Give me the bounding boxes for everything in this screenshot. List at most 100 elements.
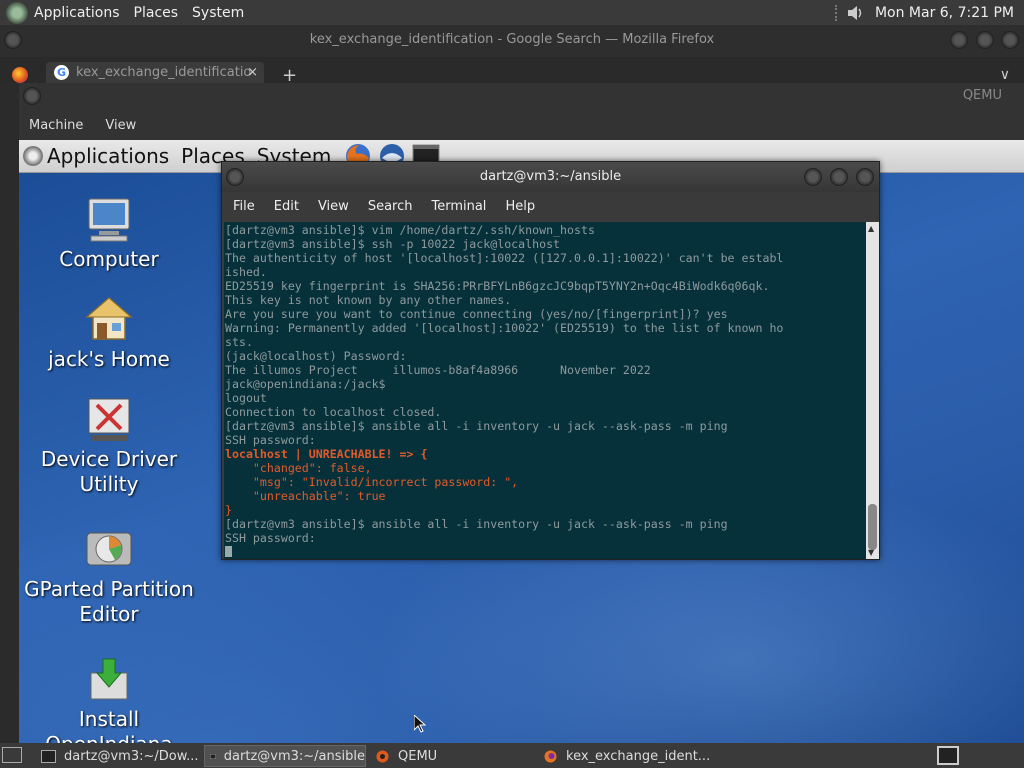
tab-close-icon[interactable]: × — [247, 62, 258, 83]
terminal-line: This key is not known by any other names… — [225, 293, 512, 307]
terminal-window-menu-icon[interactable] — [226, 168, 244, 186]
taskbar-item-label: dartz@vm3:~/Dow... — [64, 748, 199, 764]
scroll-down-arrow-icon[interactable]: ▼ — [868, 548, 874, 557]
terminal-menu-file[interactable]: File — [233, 199, 255, 214]
terminal-maximize-icon[interactable] — [830, 168, 848, 186]
system-logo-icon[interactable] — [6, 1, 28, 24]
terminal-error-line: "msg": "Invalid/incorrect password: ", — [225, 475, 519, 489]
firefox-title-bar[interactable]: kex_exchange_identification - Google Sea… — [0, 25, 1024, 57]
desktop-icon-label: Computer — [59, 247, 159, 271]
terminal-error-line: localhost | UNREACHABLE! => { — [225, 447, 428, 461]
taskbar-item-terminal-downloads[interactable]: dartz@vm3:~/Dow... — [36, 745, 202, 767]
taskbar-item-qemu[interactable]: QEMU — [370, 745, 536, 767]
tray-separator — [834, 4, 841, 21]
taskbar-item-terminal-ansible[interactable]: dartz@vm3:~/ansible — [204, 745, 366, 767]
terminal-line: SSH password: — [225, 433, 316, 447]
window-menu-icon[interactable] — [4, 31, 22, 49]
terminal-line: logout — [225, 391, 267, 405]
terminal-icon — [210, 753, 216, 759]
terminal-line: [dartz@vm3 ansible]$ vim /home/dartz/.ss… — [225, 223, 595, 237]
terminal-menu-view[interactable]: View — [318, 199, 349, 214]
desktop-icon-label: jack's Home — [48, 347, 170, 371]
home-folder-icon — [85, 297, 133, 340]
desktop-icon-label: GParted Partition Editor — [24, 577, 194, 626]
list-tabs-button[interactable]: ∨ — [1000, 67, 1010, 83]
firefox-window-title: kex_exchange_identification - Google Sea… — [309, 32, 715, 47]
desktop-icon-computer[interactable]: Computer — [19, 195, 199, 272]
taskbar-item-label: QEMU — [398, 748, 438, 764]
qemu-menu-view[interactable]: View — [105, 118, 136, 133]
show-desktop-button[interactable] — [937, 746, 959, 765]
google-icon: G — [54, 65, 69, 80]
browser-tab-title: kex_exchange_identificatio — [76, 65, 252, 80]
terminal-line: [dartz@vm3 ansible]$ ssh -p 10022 jack@l… — [225, 237, 561, 251]
terminal-menu-terminal[interactable]: Terminal — [431, 199, 486, 214]
terminal-icon — [41, 749, 56, 763]
terminal-minimize-icon[interactable] — [804, 168, 822, 186]
scrollbar-thumb[interactable] — [868, 504, 877, 550]
terminal-error-line: "unreachable": true — [225, 489, 386, 503]
workspace-icon[interactable] — [2, 747, 22, 763]
terminal-menu-help[interactable]: Help — [505, 199, 535, 214]
terminal-window[interactable]: dartz@vm3:~/ansible File Edit View Searc… — [221, 161, 880, 560]
qemu-menu-machine[interactable]: Machine — [29, 118, 83, 133]
firefox-tab-bar: G kex_exchange_identificatio × + ∨ — [0, 57, 1024, 86]
terminal-line: (jack@localhost) Password: — [225, 349, 407, 363]
taskbar-item-label: kex_exchange_ident... — [566, 748, 711, 764]
install-icon — [90, 658, 128, 700]
mouse-pointer-icon — [413, 713, 427, 733]
terminal-menu-search[interactable]: Search — [368, 199, 413, 214]
qemu-menu-bar: Machine View — [19, 111, 1024, 140]
qemu-window-menu-icon[interactable] — [23, 87, 41, 105]
taskbar-item-firefox[interactable]: kex_exchange_ident... — [538, 745, 718, 767]
taskbar-item-label: dartz@vm3:~/ansible — [223, 748, 365, 764]
terminal-line: The authenticity of host '[localhost]:10… — [225, 251, 784, 265]
terminal-title: dartz@vm3:~/ansible — [479, 169, 622, 184]
qemu-title-bar[interactable]: QEMU — [19, 83, 1024, 111]
terminal-line: ED25519 key fingerprint is SHA256:PRrBFY… — [225, 279, 770, 293]
terminal-menu-bar: File Edit View Search Terminal Help — [222, 192, 879, 221]
desktop-icon-install-openindiana[interactable]: Install OpenIndiana — [19, 655, 199, 743]
terminal-line: Are you sure you want to continue connec… — [225, 307, 728, 321]
terminal-line: sts. — [225, 335, 253, 349]
host-menu-applications[interactable]: Applications — [34, 5, 120, 21]
qemu-icon — [376, 750, 389, 762]
terminal-prompt-line[interactable] — [225, 545, 866, 559]
terminal-output[interactable]: [dartz@vm3 ansible]$ vim /home/dartz/.ss… — [224, 222, 866, 559]
desktop-icon-label: Device Driver Utility — [40, 447, 178, 496]
computer-icon — [88, 198, 130, 242]
gparted-icon — [86, 532, 132, 566]
close-icon[interactable] — [1001, 31, 1019, 49]
terminal-error-line: "changed": false, — [225, 461, 372, 475]
terminal-scrollbar[interactable]: ▲ ▼ — [866, 222, 879, 559]
host-menu-places[interactable]: Places — [134, 5, 179, 21]
minimize-icon[interactable] — [950, 31, 968, 49]
terminal-close-icon[interactable] — [856, 168, 874, 186]
qemu-window-title: QEMU — [962, 88, 1002, 103]
gnome-foot-icon[interactable] — [23, 146, 43, 166]
firefox-icon — [544, 750, 557, 762]
browser-tab[interactable]: G kex_exchange_identificatio × — [46, 62, 264, 83]
terminal-line: [dartz@vm3 ansible]$ ansible all -i inve… — [225, 517, 728, 531]
firefox-icon[interactable] — [12, 67, 28, 83]
volume-icon[interactable] — [847, 5, 865, 21]
text-cursor — [225, 546, 232, 557]
host-taskbar: dartz@vm3:~/Dow... dartz@vm3:~/ansible Q… — [0, 743, 1024, 768]
scroll-up-arrow-icon[interactable]: ▲ — [868, 224, 874, 233]
system-tray: Mon Mar 6, 7:21 PM — [834, 0, 1024, 25]
maximize-icon[interactable] — [976, 31, 994, 49]
host-menu-system[interactable]: System — [192, 5, 244, 21]
guest-menu-applications[interactable]: Applications — [47, 144, 169, 168]
terminal-line: The illumos Project illumos-b8af4a8966 N… — [225, 363, 651, 377]
clock[interactable]: Mon Mar 6, 7:21 PM — [875, 5, 1014, 21]
terminal-line: [dartz@vm3 ansible]$ ansible all -i inve… — [225, 419, 728, 433]
desktop-icon-gparted[interactable]: GParted Partition Editor — [19, 525, 199, 627]
terminal-title-bar[interactable]: dartz@vm3:~/ansible — [222, 162, 879, 192]
desktop-icon-home[interactable]: jack's Home — [19, 295, 199, 372]
device-driver-utility-icon — [88, 398, 130, 441]
terminal-line: jack@openindiana:/jack$ — [225, 377, 386, 391]
desktop-icon-device-driver-utility[interactable]: Device Driver Utility — [19, 395, 199, 497]
terminal-line: Warning: Permanently added '[localhost]:… — [225, 321, 784, 335]
terminal-menu-edit[interactable]: Edit — [274, 199, 299, 214]
terminal-error-line: } — [225, 503, 232, 517]
